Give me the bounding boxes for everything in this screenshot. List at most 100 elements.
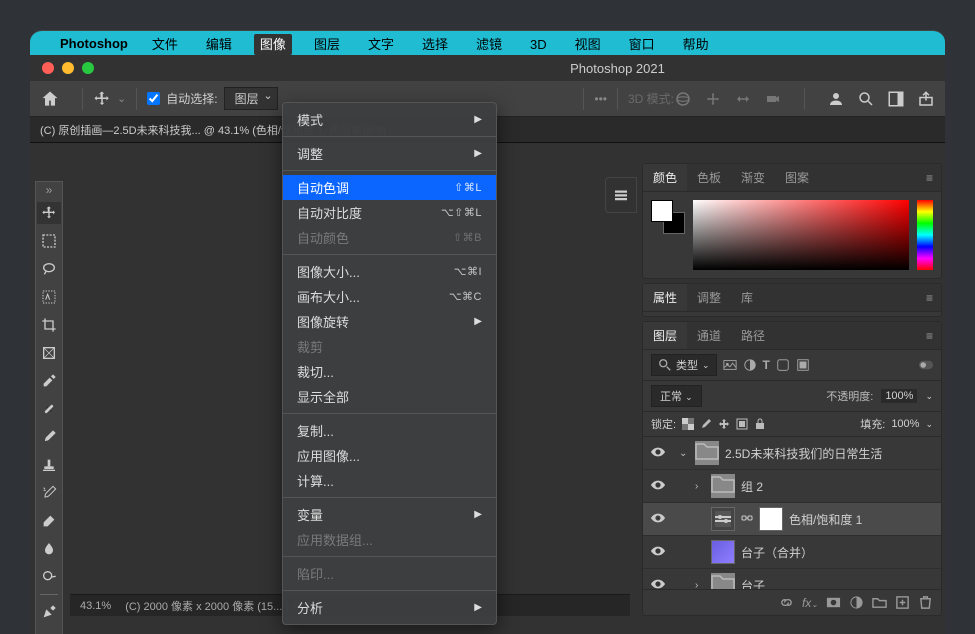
- layer-mask-thumb[interactable]: [759, 507, 783, 531]
- menu-item-编辑[interactable]: 编辑: [200, 34, 238, 55]
- menu-item[interactable]: 裁切...: [283, 359, 496, 384]
- layer-row[interactable]: 台子（合并）: [643, 536, 941, 569]
- menu-item[interactable]: 自动色调⇧⌘L: [283, 175, 496, 200]
- menu-item-帮助[interactable]: 帮助: [677, 34, 715, 55]
- filter-smart-icon[interactable]: [796, 358, 810, 372]
- lock-artboard-icon[interactable]: [736, 418, 748, 430]
- link-mask-icon[interactable]: [741, 512, 753, 527]
- fg-bg-swatches[interactable]: [651, 200, 685, 234]
- tab-paths[interactable]: 路径: [731, 322, 775, 349]
- hue-strip[interactable]: [917, 200, 933, 270]
- link-layers-icon[interactable]: [779, 595, 794, 610]
- close-dot-icon[interactable]: [42, 62, 54, 74]
- menu-item-视图[interactable]: 视图: [569, 34, 607, 55]
- menu-item-文件[interactable]: 文件: [146, 34, 184, 55]
- layer-name-label[interactable]: 台子（合并）: [741, 544, 935, 561]
- filter-shape-icon[interactable]: [776, 358, 790, 372]
- auto-select-target-dropdown[interactable]: 图层: [224, 87, 278, 110]
- dodge-tool[interactable]: [37, 566, 61, 588]
- menu-item[interactable]: 图像大小...⌥⌘I: [283, 259, 496, 284]
- lock-transparency-icon[interactable]: [682, 418, 694, 430]
- menu-item-图像[interactable]: 图像: [254, 34, 292, 55]
- workspace-icon[interactable]: [887, 90, 905, 108]
- filter-type-icon[interactable]: T: [763, 358, 770, 372]
- menu-item[interactable]: 调整▶: [283, 141, 496, 166]
- slide-3d-icon[interactable]: [734, 90, 752, 108]
- eraser-tool[interactable]: [37, 510, 61, 532]
- color-field[interactable]: [693, 200, 909, 270]
- type-tool[interactable]: [37, 629, 61, 634]
- layer-thumb[interactable]: [711, 540, 735, 564]
- image-menu-dropdown[interactable]: 模式▶调整▶自动色调⇧⌘L自动对比度⌥⇧⌘L自动颜色⇧⌘B图像大小...⌥⌘I画…: [282, 102, 497, 625]
- brush-tool[interactable]: [37, 426, 61, 448]
- fx-icon[interactable]: fx⌄: [802, 596, 818, 610]
- delete-layer-icon[interactable]: [918, 595, 933, 610]
- visibility-toggle[interactable]: [649, 545, 667, 559]
- group-icon[interactable]: [872, 595, 887, 610]
- minimize-dot-icon[interactable]: [62, 62, 74, 74]
- mask-icon[interactable]: [826, 595, 841, 610]
- stamp-tool[interactable]: [37, 454, 61, 476]
- adjustment-thumb[interactable]: [711, 507, 735, 531]
- adjustment-layer-icon[interactable]: [849, 595, 864, 610]
- layer-name-label[interactable]: 组 2: [741, 478, 935, 495]
- app-name[interactable]: Photoshop: [60, 36, 128, 51]
- tab-color[interactable]: 颜色: [643, 164, 687, 191]
- visibility-toggle[interactable]: [649, 446, 667, 460]
- zoom-level[interactable]: 43.1%: [80, 600, 111, 612]
- lock-move-icon[interactable]: [718, 418, 730, 430]
- menu-item[interactable]: 图像旋转▶: [283, 309, 496, 334]
- menu-item-窗口[interactable]: 窗口: [623, 34, 661, 55]
- crop-tool[interactable]: [37, 314, 61, 336]
- menu-item[interactable]: 模式▶: [283, 107, 496, 132]
- lock-all-icon[interactable]: [754, 418, 766, 430]
- eyedropper-tool[interactable]: [37, 370, 61, 392]
- tab-libraries[interactable]: 库: [731, 284, 763, 311]
- layer-tree[interactable]: ⌄2.5D未来科技我们的日常生活›组 2色相/饱和度 1台子（合并）›台子›大屏…: [643, 437, 941, 589]
- panel-dock-handle[interactable]: [605, 177, 637, 213]
- visibility-toggle[interactable]: [649, 578, 667, 589]
- visibility-toggle[interactable]: [649, 479, 667, 493]
- layer-row[interactable]: › 组 2: [643, 470, 941, 503]
- user-icon[interactable]: [827, 90, 845, 108]
- tab-adjustments[interactable]: 调整: [687, 284, 731, 311]
- layer-row[interactable]: 色相/饱和度 1: [643, 503, 941, 536]
- menu-item[interactable]: 复制...: [283, 418, 496, 443]
- lasso-tool[interactable]: [37, 258, 61, 280]
- pan-3d-icon[interactable]: [704, 90, 722, 108]
- visibility-toggle[interactable]: [649, 512, 667, 526]
- frame-tool[interactable]: [37, 342, 61, 364]
- tab-swatches[interactable]: 色板: [687, 164, 731, 191]
- tab-patterns[interactable]: 图案: [775, 164, 819, 191]
- new-layer-icon[interactable]: [895, 595, 910, 610]
- home-icon[interactable]: [40, 89, 60, 109]
- layer-name-label[interactable]: 台子: [741, 577, 935, 590]
- move-tool[interactable]: [37, 202, 61, 224]
- disclosure-chevron[interactable]: ›: [695, 580, 705, 590]
- menu-item[interactable]: 计算...: [283, 468, 496, 493]
- menu-item[interactable]: 分析▶: [283, 595, 496, 620]
- pen-tool[interactable]: [37, 601, 61, 623]
- search-icon[interactable]: [857, 90, 875, 108]
- camera-3d-icon[interactable]: [764, 90, 782, 108]
- fill-value[interactable]: 100%: [891, 418, 919, 430]
- layer-name-label[interactable]: 色相/饱和度 1: [789, 511, 935, 528]
- move-tool-icon[interactable]: [93, 90, 111, 108]
- menu-item-选择[interactable]: 选择: [416, 34, 454, 55]
- menu-item-滤镜[interactable]: 滤镜: [470, 34, 508, 55]
- marquee-tool[interactable]: [37, 230, 61, 252]
- menu-item[interactable]: 画布大小...⌥⌘C: [283, 284, 496, 309]
- menu-item-3D[interactable]: 3D: [524, 34, 553, 55]
- tab-channels[interactable]: 通道: [687, 322, 731, 349]
- layer-row[interactable]: ⌄2.5D未来科技我们的日常生活: [643, 437, 941, 470]
- lock-paint-icon[interactable]: [700, 418, 712, 430]
- disclosure-chevron[interactable]: ›: [695, 481, 705, 492]
- history-brush-tool[interactable]: [37, 482, 61, 504]
- blur-tool[interactable]: [37, 538, 61, 560]
- panel-menu-icon[interactable]: ≡: [918, 287, 941, 309]
- tab-gradients[interactable]: 渐变: [731, 164, 775, 191]
- layer-row[interactable]: › 台子: [643, 569, 941, 589]
- tab-layers[interactable]: 图层: [643, 322, 687, 349]
- healing-tool[interactable]: [37, 398, 61, 420]
- palette-grip-icon[interactable]: »: [46, 186, 53, 196]
